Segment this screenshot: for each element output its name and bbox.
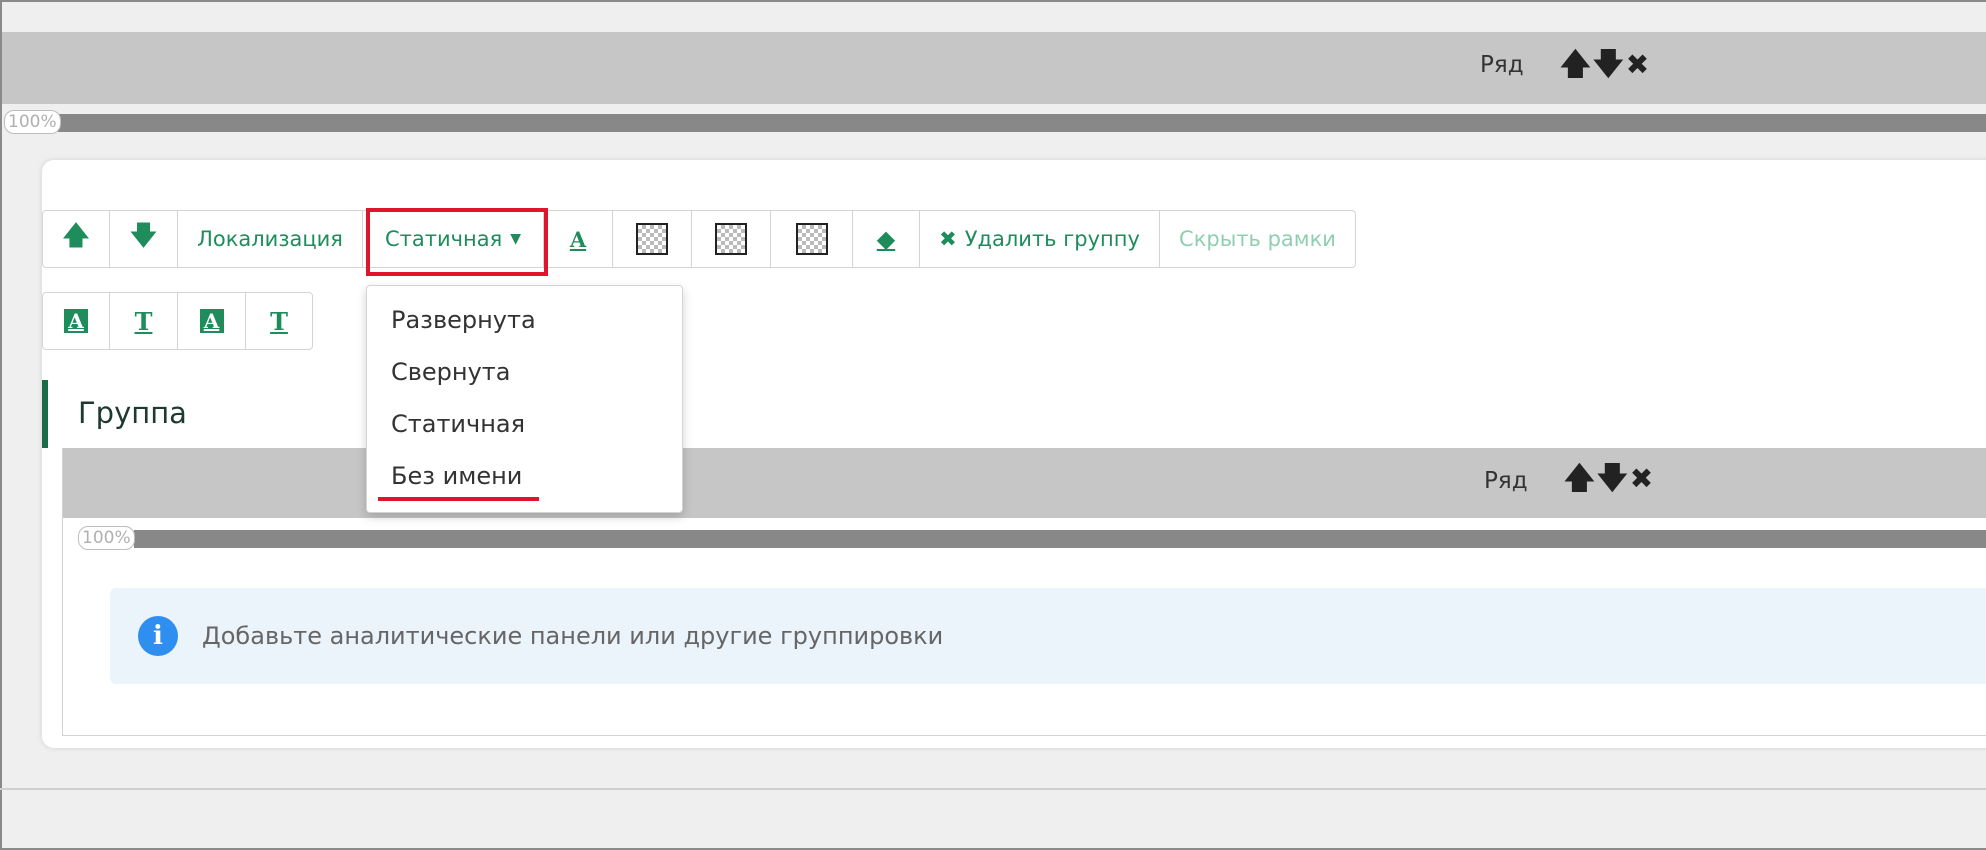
top-row-percent: 100% (4, 110, 61, 134)
delete-group-label: Удалить группу (964, 227, 1140, 251)
inner-row-bar: Ряд 🡅 🡇 ✖ (63, 448, 1986, 518)
bottom-divider (0, 788, 1986, 790)
close-icon[interactable]: ✖ (1626, 51, 1649, 79)
group-toolbar: 🡅 🡇 Локализация Статичная ▼ A ◆ ✖ Удалит… (42, 210, 1356, 268)
checker-pattern-icon (795, 223, 828, 255)
checker-pattern-icon (715, 223, 747, 255)
info-text: Добавьте аналитические панели или другие… (202, 622, 944, 650)
delete-group-button[interactable]: ✖ Удалить группу (919, 210, 1160, 268)
top-row-bar: Ряд 🡅 🡇 ✖ (2, 32, 1986, 104)
arrow-up-icon: 🡅 (62, 221, 90, 251)
inner-row-percent: 100% (78, 526, 135, 550)
title-font-bold-button[interactable]: A (42, 292, 110, 350)
inner-row-width-bar[interactable] (134, 530, 1986, 548)
top-row-label: Ряд (1480, 52, 1524, 78)
clear-style-button[interactable]: ◆ (852, 210, 920, 268)
arrow-down-icon: 🡇 (130, 221, 157, 251)
mode-dropdown-menu: Развернута Свернута Статичная Без имени (366, 285, 683, 513)
inner-row-label: Ряд (1484, 468, 1528, 494)
close-icon: ✖ (939, 227, 957, 251)
top-row-controls: 🡅 🡇 ✖ (1560, 50, 1649, 80)
content-font-normal-button[interactable]: T (245, 292, 313, 350)
font-color-icon: A (569, 226, 587, 252)
mode-select-button[interactable]: Статичная ▼ (362, 210, 544, 268)
text-style-icon: A (64, 309, 88, 333)
info-message: i Добавьте аналитические панели или друг… (110, 588, 1986, 684)
border-color-button[interactable] (691, 210, 771, 268)
arrow-up-icon[interactable]: 🡅 (1560, 50, 1591, 80)
text-style-icon: T (270, 306, 288, 336)
dropdown-option-no-name[interactable]: Без имени (391, 462, 522, 490)
dropdown-option-static[interactable]: Статичная (391, 410, 525, 438)
content-font-bold-button[interactable]: A (177, 292, 246, 350)
group-title-accent (42, 380, 48, 448)
move-up-button[interactable]: 🡅 (42, 210, 110, 268)
hide-frames-button[interactable]: Скрыть рамки (1159, 210, 1356, 268)
inner-row-controls: 🡅 🡇 ✖ (1564, 464, 1653, 494)
text-style-toolbar: A T A T (42, 292, 313, 350)
checker-pattern-icon (636, 223, 668, 255)
eraser-icon: ◆ (876, 225, 896, 253)
arrow-up-icon[interactable]: 🡅 (1564, 464, 1595, 494)
text-style-icon: T (134, 306, 153, 336)
mode-select-value: Статичная (384, 227, 503, 251)
dropdown-option-collapsed[interactable]: Свернута (391, 358, 510, 386)
text-style-icon: A (199, 309, 224, 333)
group-title: Группа (78, 396, 187, 430)
info-icon: i (138, 616, 178, 656)
caret-down-icon: ▼ (510, 231, 522, 247)
title-font-normal-button[interactable]: T (109, 292, 178, 350)
top-row-width-bar[interactable] (58, 114, 1986, 132)
arrow-down-icon[interactable]: 🡇 (1597, 464, 1628, 494)
title-bg-color-button[interactable] (770, 210, 853, 268)
arrow-down-icon[interactable]: 🡇 (1593, 50, 1624, 80)
localization-button[interactable]: Локализация (177, 210, 363, 268)
background-color-button[interactable] (612, 210, 692, 268)
no-name-underline (378, 497, 539, 501)
close-icon[interactable]: ✖ (1630, 465, 1653, 493)
dropdown-option-expanded[interactable]: Развернута (391, 306, 536, 334)
font-color-button[interactable]: A (543, 210, 613, 268)
move-down-button[interactable]: 🡇 (109, 210, 178, 268)
